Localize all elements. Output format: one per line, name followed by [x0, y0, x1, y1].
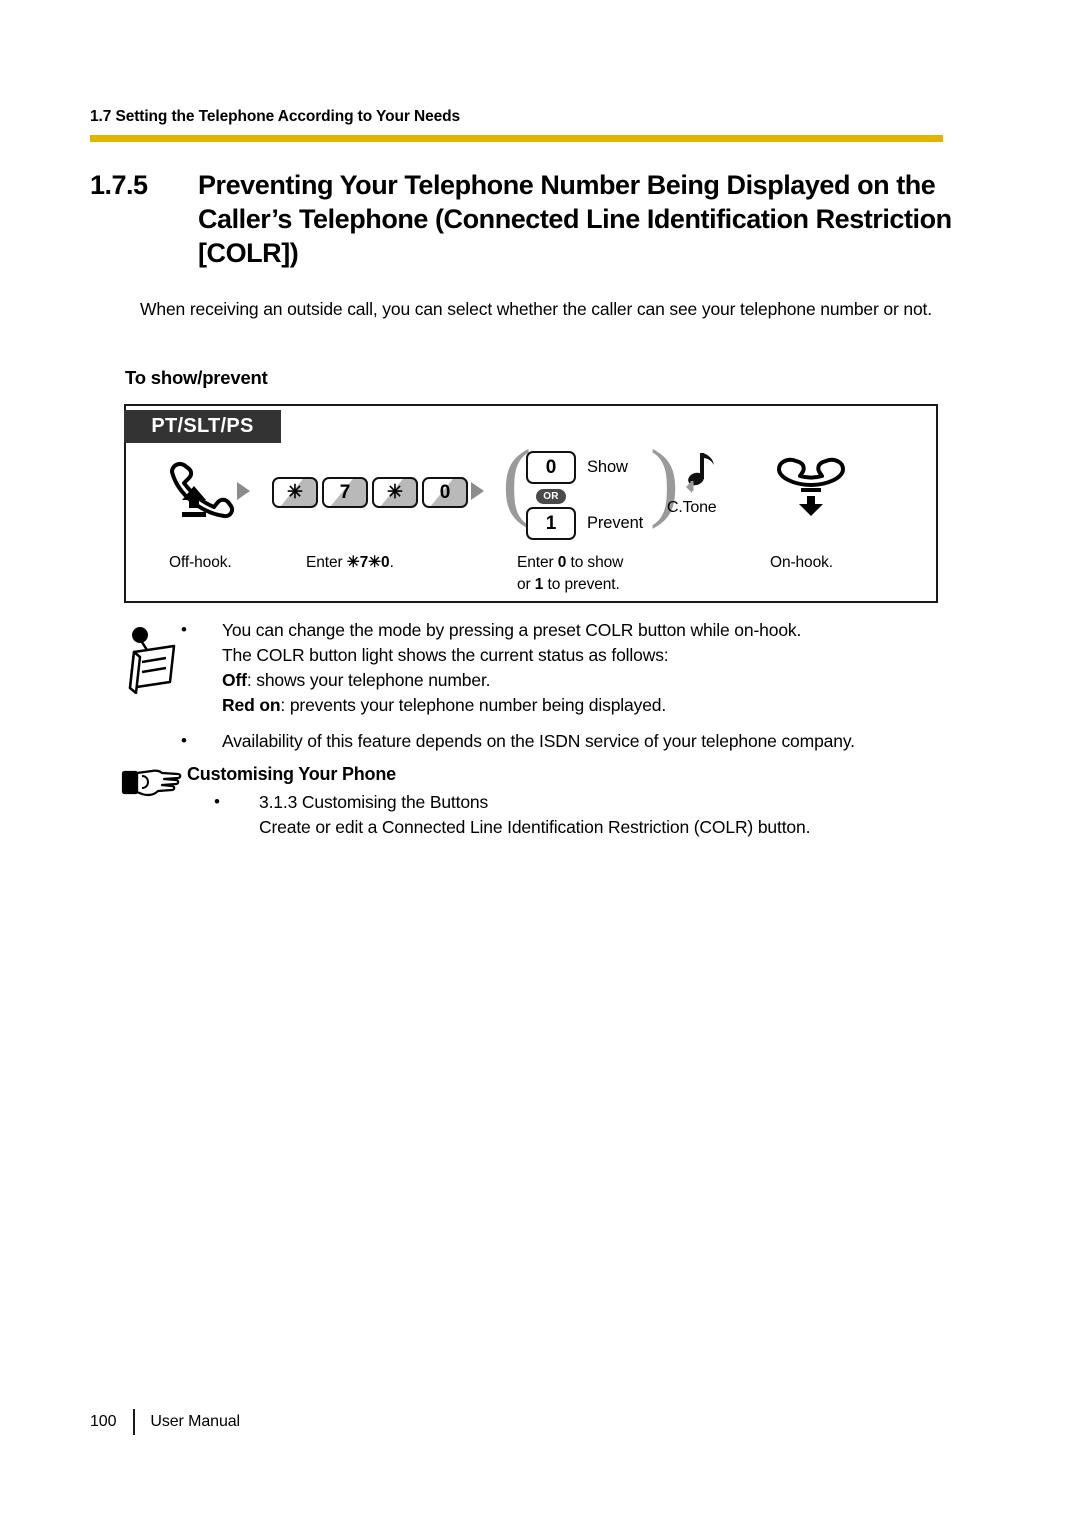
document-page: 1.7 Setting the Telephone According to Y… [0, 0, 1080, 1528]
caption-choice-line2: or 1 to prevent. [517, 574, 623, 596]
customising-list: • 3.1.3 Customising the Buttons Create o… [214, 790, 954, 847]
procedure-steps: ✳ 7 ✳ 0 ( ) 0 Show OR 1 Prevent C.Tone [126, 438, 936, 546]
running-header: 1.7 Setting the Telephone According to Y… [90, 108, 461, 125]
option-label-show: Show [587, 458, 628, 476]
note-line-4: Red on: prevents your telephone number b… [222, 693, 951, 718]
list-item: • Availability of this feature depends o… [181, 729, 951, 754]
choice-l1-c: to show [566, 554, 624, 571]
caption-enter-code: Enter ✳7✳0. [306, 552, 394, 574]
sub-heading: To show/prevent [125, 367, 268, 388]
header-rule [90, 135, 943, 142]
note-pushpin-icon [118, 624, 182, 695]
page-title: 1.7.5 Preventing Your Telephone Number B… [90, 168, 960, 270]
option-label-prevent: Prevent [587, 514, 644, 532]
pointing-hand-icon [120, 762, 182, 802]
note-line-3-bold: Off [222, 670, 247, 691]
intro-paragraph: When receiving an outside call, you can … [140, 299, 932, 319]
note-line-5: Availability of this feature depends on … [222, 731, 855, 752]
footer-divider [133, 1409, 136, 1435]
caption-onhook: On-hook. [770, 554, 833, 571]
keypad-icon: ✳ 7 ✳ 0 [272, 477, 468, 508]
caption-choice-line1: Enter 0 to show [517, 552, 623, 574]
key-0: 0 [422, 477, 468, 508]
page-number: 100 [90, 1413, 117, 1430]
step-arrow-icon-2 [471, 482, 484, 500]
choice-l1-a: Enter [517, 554, 558, 571]
bullet-icon: • [214, 792, 220, 811]
key-1-prevent: 1 [526, 507, 576, 540]
procedure-tag: PT/SLT/PS [124, 410, 281, 443]
customising-line-1: 3.1.3 Customising the Buttons [259, 792, 489, 812]
customising-title: Customising Your Phone [187, 764, 396, 784]
bullet-icon: • [181, 620, 187, 639]
note-line-2: The COLR button light shows the current … [222, 645, 669, 666]
list-item: • You can change the mode by pressing a … [181, 618, 951, 718]
confirmation-tone-icon [681, 451, 721, 504]
note-line-3-text: : shows your telephone number. [246, 670, 491, 691]
caption-enter-suffix: . [389, 554, 394, 571]
choice-icon: ( ) 0 Show OR 1 Prevent [502, 438, 679, 542]
key-star-2: ✳ [372, 477, 418, 508]
offhook-handset-icon [162, 454, 238, 529]
onhook-handset-icon [771, 454, 851, 525]
note-line-4-text: : prevents your telephone number being d… [280, 695, 667, 716]
section-heading: Preventing Your Telephone Number Being D… [198, 170, 952, 269]
manual-label: User Manual [150, 1413, 241, 1430]
bullet-icon: • [181, 731, 187, 751]
caption-enter-prefix: Enter [306, 554, 347, 571]
key-star-1: ✳ [272, 477, 318, 508]
key-7: 7 [322, 477, 368, 508]
customising-line-2: Create or edit a Connected Line Identifi… [259, 817, 811, 838]
note-line-3: Off: shows your telephone number. [222, 668, 951, 693]
caption-choice: Enter 0 to show or 1 to prevent. [517, 552, 623, 595]
step-arrow-icon [237, 482, 250, 500]
note-list: • You can change the mode by pressing a … [181, 618, 951, 761]
ctone-label: C.Tone [667, 499, 717, 516]
caption-offhook: Off-hook. [169, 554, 232, 571]
choice-l2-a: or [517, 575, 535, 593]
key-0-show: 0 [526, 451, 576, 484]
or-badge: OR [536, 489, 566, 504]
section-number: 1.7.5 [90, 170, 148, 200]
note-line-1: You can change the mode by pressing a pr… [222, 620, 802, 640]
choice-l2-c: to prevent. [543, 575, 620, 593]
caption-enter-code-value: ✳7✳0 [346, 554, 390, 571]
note-line-4-bold: Red on [222, 695, 281, 716]
list-item: • 3.1.3 Customising the Buttons Create o… [214, 790, 954, 840]
page-footer: 100 User Manual [90, 1409, 240, 1435]
